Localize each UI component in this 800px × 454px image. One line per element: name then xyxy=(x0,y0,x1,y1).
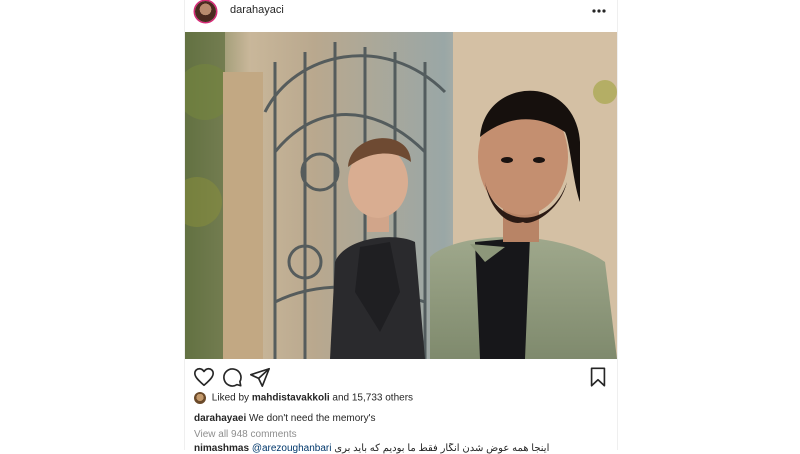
comment-icon xyxy=(223,368,242,387)
post-photo[interactable] xyxy=(185,32,617,359)
bookmark-icon xyxy=(590,367,606,387)
post-actions xyxy=(185,364,617,390)
instagram-post: darahayaci Liked by mahdistavakkoli and … xyxy=(184,0,618,454)
heart-icon xyxy=(194,367,214,387)
more-horizontal-icon xyxy=(592,9,606,13)
post-username[interactable]: darahayaci xyxy=(230,4,284,16)
post-header: darahayaci xyxy=(185,0,617,24)
view-all-comments-link[interactable]: View all 948 comments xyxy=(194,429,297,440)
comment-author[interactable]: nimashmas xyxy=(194,443,249,454)
share-icon xyxy=(250,367,270,387)
share-button[interactable] xyxy=(249,366,271,388)
comment-text: اینجا همه عوض شدن انگار فقط ما بودیم که … xyxy=(334,443,550,454)
likes-summary: Liked by mahdistavakkoli and 15,733 othe… xyxy=(194,392,413,406)
caption-text: We don't need the memory's xyxy=(249,413,376,424)
more-options-button[interactable] xyxy=(589,1,609,21)
comment-button[interactable] xyxy=(221,366,243,388)
save-button[interactable] xyxy=(587,366,609,388)
likes-prefix: Liked by xyxy=(211,392,250,404)
like-button[interactable] xyxy=(193,366,215,388)
liker-username[interactable]: mahdistavakkoli xyxy=(252,393,330,404)
comment-mention[interactable]: @arezoughanbari xyxy=(252,443,332,454)
photo-two-men-at-gate xyxy=(185,32,617,359)
post-caption: darahayaei We don't need the memory's xyxy=(194,413,376,424)
liker-avatar[interactable] xyxy=(194,392,206,404)
comment-item: nimashmas @arezoughanbari اینجا همه عوض … xyxy=(194,443,609,454)
caption-author[interactable]: darahayaei xyxy=(194,413,246,424)
avatar[interactable] xyxy=(195,1,216,22)
likes-suffix[interactable]: and 15,733 others xyxy=(332,393,413,404)
